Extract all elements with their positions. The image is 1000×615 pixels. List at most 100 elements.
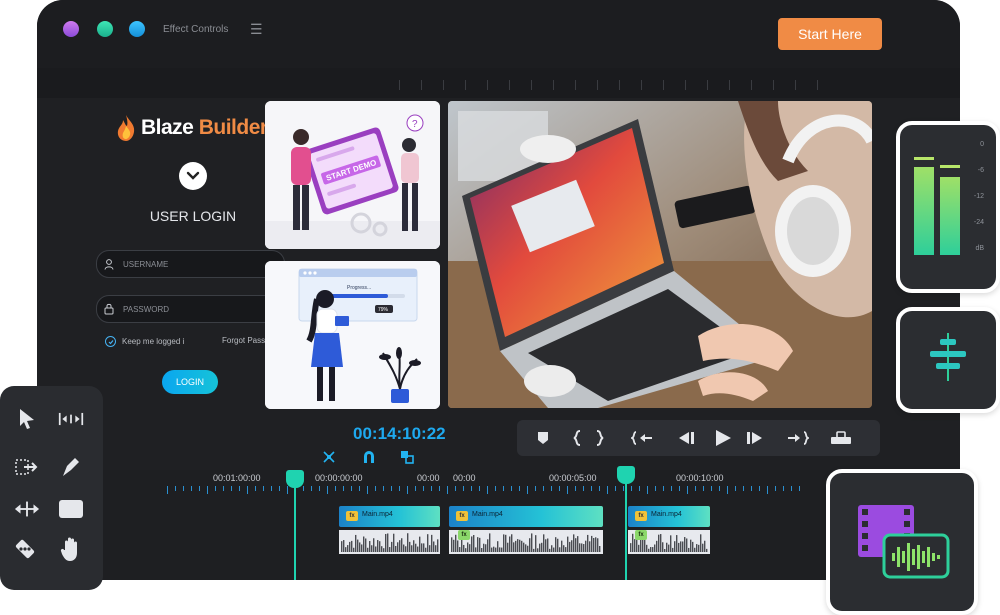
timeline-tick xyxy=(527,486,528,494)
waveform-bar xyxy=(543,534,545,552)
play-icon[interactable] xyxy=(714,430,732,446)
waveform-bar xyxy=(365,538,367,552)
password-input[interactable] xyxy=(121,303,275,315)
linked-selection-icon[interactable] xyxy=(399,449,415,465)
effect-controls-menu[interactable]: Effect Controls xyxy=(163,24,228,35)
waveform-bar xyxy=(634,539,636,552)
ruler-tick xyxy=(817,80,818,90)
waveform-bar xyxy=(381,546,383,552)
user-icon xyxy=(97,258,121,270)
start-demo-graphic: START DEMO ? xyxy=(265,101,440,249)
waveform-bar xyxy=(559,547,561,552)
waveform-bar xyxy=(393,533,395,552)
video-clip-2[interactable]: fx Main.mp4 xyxy=(449,506,603,527)
meter-scale-1: -6 xyxy=(977,167,984,174)
waveform-bar xyxy=(577,536,579,552)
timeline-tick xyxy=(487,486,488,494)
waveform-bar xyxy=(553,547,555,552)
audio-waveform-2[interactable] xyxy=(449,530,603,554)
waveform-bar xyxy=(349,541,351,552)
waveform-bar xyxy=(455,534,457,552)
audio-fx-icon: fx xyxy=(635,530,647,540)
track-select-icon[interactable] xyxy=(14,454,40,480)
timeline-label-4: 00:00 xyxy=(453,473,476,483)
playhead-line-2[interactable] xyxy=(625,482,627,580)
remember-me[interactable]: Keep me logged i xyxy=(105,336,184,347)
waveform-bar xyxy=(704,540,706,552)
waveform-bar xyxy=(427,534,429,552)
window-dot-purple[interactable] xyxy=(63,21,79,37)
timeline-tick xyxy=(663,486,664,491)
login-button[interactable]: LOGIN xyxy=(162,370,218,394)
magnet-icon[interactable] xyxy=(361,449,377,465)
waveform-bar xyxy=(465,548,467,552)
window-dot-green[interactable] xyxy=(97,21,113,37)
timeline-tick xyxy=(751,486,752,491)
media-card[interactable] xyxy=(826,469,978,615)
ruler-tick xyxy=(795,80,796,90)
go-to-in-icon[interactable] xyxy=(631,430,653,446)
waveform-bar xyxy=(391,541,393,552)
username-input[interactable] xyxy=(121,258,275,270)
timeline-tick xyxy=(231,486,232,491)
timeline-tick xyxy=(183,486,184,491)
timeline-tick xyxy=(599,486,600,491)
waveform-bar xyxy=(565,547,567,552)
step-forward-icon[interactable] xyxy=(746,430,764,446)
ruler-tick xyxy=(751,80,752,90)
timeline-tick xyxy=(719,486,720,491)
waveform-bar xyxy=(453,539,455,552)
waveform-bar xyxy=(361,544,363,552)
step-back-icon[interactable] xyxy=(677,430,695,446)
hamburger-menu-icon[interactable]: ☰ xyxy=(250,22,263,36)
waveform-bar xyxy=(686,538,688,552)
waveform-bar xyxy=(503,534,505,552)
timeline-tick xyxy=(223,486,224,491)
snap-scissors-icon[interactable] xyxy=(321,449,337,465)
align-card[interactable] xyxy=(896,307,1000,413)
waveform-bar xyxy=(371,545,373,552)
check-icon[interactable] xyxy=(105,336,116,347)
fx-icon: fx xyxy=(635,511,647,521)
timeline-tick xyxy=(799,486,800,491)
select-arrow-icon[interactable] xyxy=(14,406,40,432)
waveform-bar xyxy=(531,533,533,552)
slip-icon[interactable] xyxy=(14,496,40,522)
hand-icon[interactable] xyxy=(58,536,84,562)
fx-icon: fx xyxy=(456,511,468,521)
audio-waveform-1[interactable] xyxy=(339,530,440,554)
ripple-edit-icon[interactable] xyxy=(58,406,84,432)
waveform-bar xyxy=(499,547,501,552)
playhead-line-1[interactable] xyxy=(294,486,296,580)
go-to-out-icon[interactable] xyxy=(787,430,809,446)
video-clip-1[interactable]: fx Main.mp4 xyxy=(339,506,440,527)
waveform-bar xyxy=(696,544,698,552)
waveform-bar xyxy=(670,535,672,552)
start-here-button[interactable]: Start Here xyxy=(778,18,882,50)
ruler-tick xyxy=(509,80,510,90)
timeline-tick xyxy=(263,486,264,491)
in-point-icon[interactable] xyxy=(572,430,582,446)
pen-icon[interactable] xyxy=(58,454,84,480)
rectangle-icon[interactable] xyxy=(58,496,84,522)
export-frame-icon[interactable] xyxy=(830,430,852,446)
waveform-bar xyxy=(409,541,411,552)
progress-label: Progress... xyxy=(347,285,371,291)
timeline-ruler[interactable] xyxy=(167,486,807,494)
out-point-icon[interactable] xyxy=(595,430,605,446)
timeline-tick xyxy=(551,486,552,491)
svg-text:?: ? xyxy=(412,119,418,130)
timeline-tick xyxy=(391,486,392,491)
marker-icon[interactable] xyxy=(537,430,549,446)
waveform-bar xyxy=(529,538,531,552)
waveform-bar xyxy=(347,545,349,552)
remember-label: Keep me logged i xyxy=(122,337,185,346)
meter-scale-2: -12 xyxy=(973,193,984,200)
ruler-tick xyxy=(443,80,444,90)
password-field[interactable] xyxy=(96,295,285,323)
window-dot-blue[interactable] xyxy=(129,21,145,37)
video-clip-3[interactable]: fx Main.mp4 xyxy=(628,506,710,527)
username-field[interactable] xyxy=(96,250,285,278)
razor-icon[interactable] xyxy=(12,536,38,562)
waveform-bar xyxy=(523,542,525,552)
